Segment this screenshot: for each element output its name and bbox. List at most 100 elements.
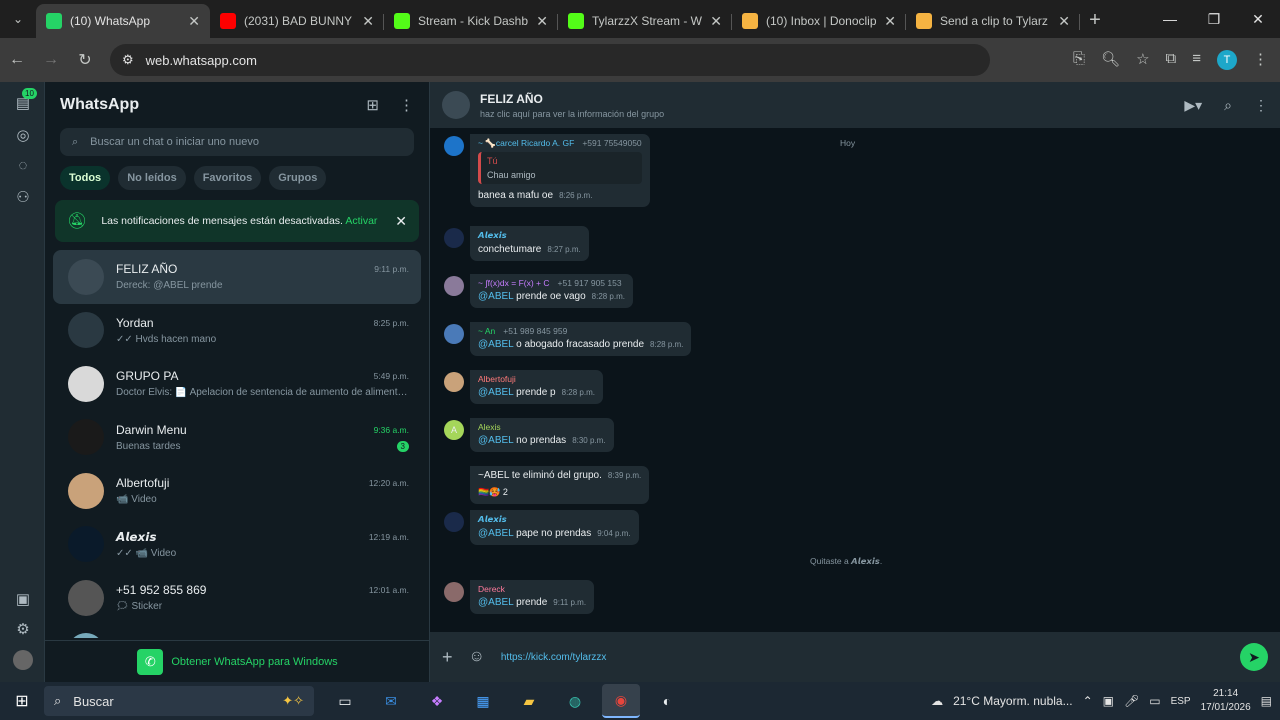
sender-avatar[interactable] <box>444 372 464 392</box>
edge-icon[interactable]: ◍ <box>556 684 594 718</box>
close-icon[interactable]: ✕ <box>395 213 407 230</box>
attach-plus-icon[interactable]: + <box>442 647 453 668</box>
sender-name[interactable]: 𝘼𝙡𝙚𝙭𝙞𝙨 <box>478 514 507 525</box>
taskbar-search[interactable]: ⌕ Buscar ✦✧ <box>44 686 314 716</box>
status-icon[interactable]: ◎ <box>13 126 33 146</box>
filter-chip[interactable]: Grupos <box>269 166 327 190</box>
sender-name[interactable]: ~ An <box>478 326 495 336</box>
browser-tab[interactable]: (2031) BAD BUNNY ✕ <box>210 4 384 38</box>
tab-close-icon[interactable]: ✕ <box>884 13 896 30</box>
site-info-icon[interactable]: ⚙ <box>122 52 134 68</box>
chevron-up-icon[interactable]: ⌃ <box>1083 694 1093 708</box>
install-app-icon[interactable]: ⎘ <box>1073 50 1085 70</box>
communities-icon[interactable]: ⚇ <box>13 188 33 208</box>
sender-avatar[interactable] <box>444 276 464 296</box>
chat-item[interactable]: Albertofuji 12:20 a.m. 📹 Video <box>53 464 421 518</box>
settings-gear-icon[interactable]: ⚙ <box>13 620 33 640</box>
sender-name[interactable]: ~ 🦴carcel Ricardo A. GF <box>478 138 574 149</box>
sender-name[interactable]: Dereck <box>478 584 505 594</box>
sender-name[interactable]: 𝘼𝙡𝙚𝙭𝙞𝙨 <box>478 230 507 241</box>
omnibox[interactable]: ⚙ web.whatsapp.com <box>110 44 990 76</box>
filter-chip[interactable]: No leídos <box>118 166 186 190</box>
send-button[interactable]: ➤ <box>1240 643 1268 671</box>
menu-dots-icon[interactable]: ⋮ <box>1254 97 1268 114</box>
quoted-message[interactable]: Tú Chau amigo <box>478 152 642 184</box>
media-icon[interactable]: ≡ <box>1192 50 1201 70</box>
group-avatar[interactable] <box>442 91 470 119</box>
chat-item[interactable]: Yordan 8:25 p.m. ✓✓ Hvds hacen mano <box>53 304 421 358</box>
obs-icon[interactable]: ◐ <box>648 684 686 718</box>
browser-tab[interactable]: Stream - Kick Dashbo ✕ <box>384 4 558 38</box>
sender-avatar[interactable] <box>444 512 464 532</box>
filter-chip[interactable]: Todos <box>60 166 111 190</box>
chat-item[interactable]: 𝘼𝙡𝙚𝙭𝙞𝙨 12:19 a.m. ✓✓ 📹 Video <box>53 518 421 572</box>
get-whatsapp-windows[interactable]: ✆ Obtener WhatsApp para Windows <box>45 640 430 682</box>
sender-name[interactable]: ~ ∫f(x)dx = F(x) + C <box>478 278 550 288</box>
filter-chip[interactable]: Favoritos <box>193 166 262 190</box>
mention[interactable]: @ABEL <box>478 291 513 302</box>
search-box[interactable]: ⌕ Buscar un chat o iniciar uno nuevo <box>60 128 414 156</box>
conversation-header[interactable]: FELIZ AÑO haz clic aquí para ver la info… <box>430 82 1280 128</box>
outlook-icon[interactable]: ✉ <box>372 684 410 718</box>
windows-start-icon[interactable]: ⊞ <box>0 691 44 711</box>
tray-app-icon[interactable]: ▣ <box>1103 694 1114 708</box>
sender-avatar[interactable] <box>444 324 464 344</box>
profile-avatar[interactable]: T <box>1217 50 1237 70</box>
notifications-icon[interactable]: ▤ <box>1261 694 1272 708</box>
chat-item[interactable]: +51 993 277 979 <box>53 625 421 638</box>
activate-link[interactable]: Activar <box>345 215 377 227</box>
mention[interactable]: @ABEL <box>478 597 513 608</box>
chat-item[interactable]: +51 952 855 869 12:01 a.m. 🗯 Sticker <box>53 571 421 625</box>
mic-icon[interactable]: 🎤︎ <box>1124 694 1139 708</box>
tab-search-icon[interactable]: ⌄ <box>0 0 36 38</box>
minimize-icon[interactable]: — <box>1148 11 1192 27</box>
mention[interactable]: @ABEL <box>478 339 513 350</box>
sender-avatar[interactable] <box>444 228 464 248</box>
reaction[interactable]: 🏳️‍🌈🥵 2 <box>478 487 641 498</box>
profile-photo[interactable] <box>13 650 33 670</box>
browser-tab[interactable]: TylarzzX Stream - Wa ✕ <box>558 4 732 38</box>
tab-close-icon[interactable]: ✕ <box>710 13 722 30</box>
zoom-icon[interactable]: 🔍︎ <box>1101 50 1120 70</box>
task-view-icon[interactable]: ▭ <box>326 684 364 718</box>
browser-tab[interactable]: Send a clip to Tylarz ✕ <box>906 4 1080 38</box>
file-explorer-icon[interactable]: ▰ <box>510 684 548 718</box>
bookmark-star-icon[interactable]: ☆ <box>1136 50 1149 70</box>
back-icon[interactable]: ← <box>0 51 34 69</box>
new-tab-button[interactable]: + <box>1080 9 1110 38</box>
maximize-icon[interactable]: ❐ <box>1192 11 1236 28</box>
chat-item[interactable]: Darwin Menu 9:36 a.m. Buenas tardes 3 <box>53 411 421 465</box>
network-icon[interactable]: ▭ <box>1149 694 1160 708</box>
search-icon[interactable]: ⌕ <box>1224 97 1232 114</box>
emoji-sticker-icon[interactable]: ☺ <box>469 648 485 666</box>
video-call-icon[interactable]: ▶▾ <box>1184 97 1202 114</box>
forward-icon[interactable]: → <box>34 51 68 69</box>
sender-avatar[interactable] <box>444 136 464 156</box>
browser-tab[interactable]: (10) Inbox | Donoclip ✕ <box>732 4 906 38</box>
message-input[interactable] <box>500 651 1224 663</box>
menu-dots-icon[interactable]: ⋮ <box>399 96 414 114</box>
sender-avatar[interactable]: A <box>444 420 464 440</box>
tab-close-icon[interactable]: ✕ <box>362 13 374 30</box>
weather-text[interactable]: 21°C Mayorm. nubla... <box>953 694 1073 708</box>
clock[interactable]: 21:14 17/01/2026 <box>1201 687 1251 715</box>
tab-close-icon[interactable]: ✕ <box>536 13 548 30</box>
reload-icon[interactable]: ↻ <box>68 50 102 70</box>
mention[interactable]: @ABEL <box>478 387 513 398</box>
tab-close-icon[interactable]: ✕ <box>188 13 200 30</box>
mention[interactable]: @ABEL <box>478 528 513 539</box>
close-window-icon[interactable]: ✕ <box>1236 11 1280 28</box>
extensions-icon[interactable]: ⧉ <box>1166 50 1177 70</box>
lang-indicator[interactable]: ESP <box>1171 696 1191 707</box>
new-chat-icon[interactable]: ⊞ <box>366 96 379 114</box>
tab-close-icon[interactable]: ✕ <box>1058 13 1070 30</box>
chat-item[interactable]: FELIZ AÑO 9:11 p.m. Dereck: @ABEL prende <box>53 250 421 304</box>
chat-item[interactable]: GRUPO PA 5:49 p.m. Doctor Elvis: 📄 Apelaci… <box>53 357 421 411</box>
browser-tab[interactable]: (10) WhatsApp ✕ <box>36 4 210 38</box>
sender-name[interactable]: Alexis <box>478 422 501 432</box>
media-gallery-icon[interactable]: ▣ <box>13 590 33 610</box>
menu-icon[interactable]: ⋮ <box>1253 50 1268 70</box>
sender-avatar[interactable] <box>444 582 464 602</box>
chrome-icon[interactable]: ◉ <box>602 684 640 718</box>
sender-name[interactable]: Albertofuji <box>478 374 516 384</box>
